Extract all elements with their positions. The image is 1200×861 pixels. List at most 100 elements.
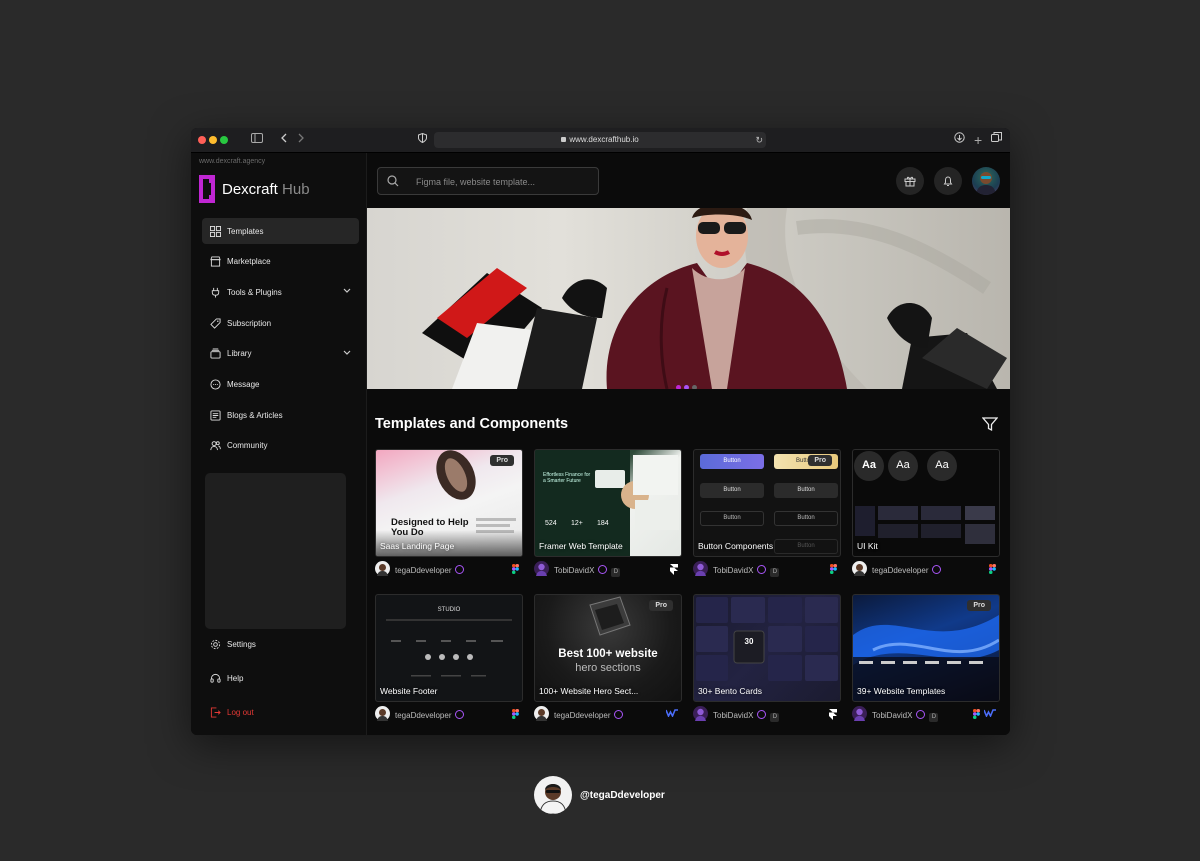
sidebar-item-help[interactable]: Help — [202, 665, 359, 691]
template-card[interactable]: 524 12+ 184 Effortless Finance for a Sma… — [534, 449, 682, 577]
author-name-text: tegaDdeveloper — [395, 566, 452, 575]
author-avatar[interactable] — [375, 561, 390, 576]
author-name[interactable]: tegaDdeveloper — [872, 565, 942, 575]
carousel-dot[interactable] — [692, 385, 697, 389]
card-thumbnail[interactable]: 524 12+ 184 Effortless Finance for a Sma… — [534, 449, 682, 557]
card-thumbnail[interactable]: STUDIO Website Footer — [375, 594, 523, 702]
sidebar-item-templates[interactable]: Templates — [202, 218, 359, 244]
reload-icon[interactable]: ↻ — [755, 132, 763, 148]
sidebar-item-library[interactable]: Library — [202, 341, 359, 367]
figma-icon — [512, 709, 519, 721]
tabs-overview-icon[interactable] — [991, 132, 1002, 148]
sidebar-item-label: Help — [227, 673, 244, 683]
thumb-stat: 524 — [545, 520, 557, 527]
card-title: 100+ Website Hero Sect... — [539, 686, 639, 696]
sidebar-toggle-icon[interactable] — [251, 132, 263, 148]
chevron-down-icon[interactable] — [343, 350, 351, 356]
brand-name: Dexcraft Hub — [222, 181, 310, 198]
card-title: 39+ Website Templates — [857, 686, 946, 696]
search-box[interactable] — [377, 167, 599, 195]
search-input[interactable] — [414, 173, 593, 191]
card-thumbnail[interactable]: 30 30+ Bento Cards — [693, 594, 841, 702]
template-card[interactable]: Best 100+ website hero sections Pro 100+… — [534, 594, 682, 722]
card-title: Website Footer — [380, 686, 438, 696]
template-card[interactable]: Button Button Button Button Button Butto… — [693, 449, 841, 577]
avatar-illustration — [976, 172, 996, 195]
shield-icon[interactable] — [418, 132, 427, 148]
tag-icon — [210, 318, 221, 329]
d-badge-icon: D — [929, 713, 939, 722]
sidebar-item-label: Log out — [227, 707, 254, 717]
card-meta: TobiDavidX D — [693, 706, 841, 722]
thumb-headline: Effortless Finance for a Smarter Future — [543, 472, 591, 484]
maximize-window-button[interactable] — [220, 136, 228, 144]
sidebar-item-label: Settings — [227, 639, 256, 649]
sidebar-nav: Templates Marketplace Tools & Plugins Su… — [202, 218, 359, 464]
chevron-down-icon[interactable] — [343, 288, 351, 294]
author-name[interactable]: tegaDdeveloper — [395, 565, 465, 575]
minimize-window-button[interactable] — [209, 136, 217, 144]
carousel-dot[interactable] — [684, 385, 689, 389]
template-card[interactable]: STUDIO Website Footer tegaDdeveloper — [375, 594, 523, 722]
filter-icon[interactable] — [982, 416, 998, 432]
store-icon — [210, 256, 221, 267]
author-avatar[interactable] — [693, 561, 708, 576]
new-tab-icon[interactable]: + — [974, 132, 982, 148]
avatar-illustration — [377, 564, 388, 576]
notifications-button[interactable] — [934, 167, 962, 195]
sidebar-item-label: Tools & Plugins — [227, 287, 282, 297]
sidebar-item-label: Library — [227, 349, 252, 359]
search-icon — [387, 175, 399, 187]
author-name[interactable]: TobiDavidX D — [713, 710, 780, 722]
author-name[interactable]: TobiDavidX D — [872, 710, 939, 722]
carousel-dot[interactable] — [676, 385, 681, 389]
pro-badge: Pro — [808, 455, 832, 466]
sidebar-item-marketplace[interactable]: Marketplace — [202, 249, 359, 275]
forward-icon[interactable] — [297, 132, 305, 148]
card-title: 30+ Bento Cards — [698, 686, 763, 696]
sidebar-item-subscription[interactable]: Subscription — [202, 310, 359, 336]
author-avatar[interactable] — [852, 706, 867, 721]
avatar-illustration — [854, 708, 865, 721]
template-card[interactable]: Designed to Help You Do Pro Saas Landing… — [375, 449, 523, 577]
card-thumbnail[interactable]: Pro 39+ Website Templates — [852, 594, 1000, 702]
template-card[interactable]: Aa Aa Aa UI Kit tegaDdeveloper — [852, 449, 1000, 577]
url-bar[interactable]: www.dexcrafthub.io ↻ — [434, 132, 766, 148]
author-name[interactable]: TobiDavidX D — [554, 565, 621, 577]
author-avatar[interactable] — [534, 561, 549, 576]
author-avatar[interactable] — [534, 706, 549, 721]
sidebar-item-tools-plugins[interactable]: Tools & Plugins — [202, 279, 359, 305]
thumb-button: Button — [774, 539, 838, 554]
avatar-illustration — [695, 563, 706, 576]
close-window-button[interactable] — [198, 136, 206, 144]
card-thumbnail[interactable]: Button Button Button Button Button Butto… — [693, 449, 841, 557]
thumb-button: Button — [700, 511, 764, 526]
gift-button[interactable] — [896, 167, 924, 195]
author-avatar[interactable] — [375, 706, 390, 721]
template-card[interactable]: Pro 39+ Website Templates TobiDavidX D — [852, 594, 1000, 722]
gear-icon — [210, 639, 221, 649]
sidebar-item-blogs-articles[interactable]: Blogs & Articles — [202, 402, 359, 428]
sidebar-item-logout[interactable]: Log out — [202, 699, 359, 725]
sidebar-item-message[interactable]: Message — [202, 371, 359, 397]
user-avatar[interactable] — [972, 167, 1000, 195]
pro-badge: Pro — [967, 600, 991, 611]
sidebar-bottom-nav: Settings Help Log out — [202, 631, 359, 733]
sidebar-item-settings[interactable]: Settings — [202, 631, 359, 657]
card-thumbnail[interactable]: Aa Aa Aa UI Kit — [852, 449, 1000, 557]
author-avatar[interactable] — [693, 706, 708, 721]
author-name[interactable]: tegaDdeveloper — [395, 710, 465, 720]
author-avatar[interactable] — [852, 561, 867, 576]
sidebar-item-community[interactable]: Community — [202, 433, 359, 459]
author-name[interactable]: tegaDdeveloper — [554, 710, 624, 720]
card-thumbnail[interactable]: Designed to Help You Do Pro Saas Landing… — [375, 449, 523, 557]
author-name[interactable]: TobiDavidX D — [713, 565, 780, 577]
template-card[interactable]: 30 30+ Bento Cards TobiDavidX D — [693, 594, 841, 722]
avatar-illustration — [377, 709, 388, 721]
download-icon[interactable] — [954, 132, 965, 148]
verified-icon — [455, 565, 465, 574]
font-sample: Aa — [888, 451, 918, 481]
card-thumbnail[interactable]: Best 100+ website hero sections Pro 100+… — [534, 594, 682, 702]
hero-banner[interactable] — [367, 208, 1010, 389]
back-icon[interactable] — [280, 132, 288, 148]
